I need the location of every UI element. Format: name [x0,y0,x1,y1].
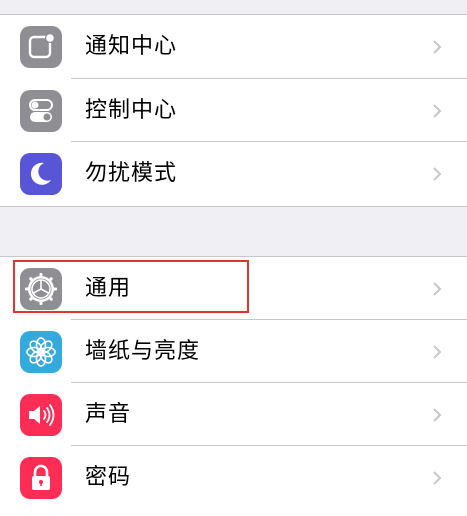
settings-row-passcode[interactable]: 密码 [0,445,467,509]
settings-row-label: 墙纸与亮度 [85,339,201,364]
settings-row-notification-center[interactable]: 通知中心 [0,15,467,79]
settings-row-label: 声音 [85,402,132,427]
settings-row-label: 密码 [85,465,132,490]
settings-row-label: 通用 [85,276,132,301]
moon-icon [20,153,62,195]
settings-row-label: 勿扰模式 [85,161,178,186]
settings-row-sounds[interactable]: 声音 [0,382,467,446]
notification-center-icon [20,26,62,68]
settings-row-general[interactable]: 通用 [0,257,467,320]
chevron-right-icon [433,408,442,422]
settings-row-label: 通知中心 [85,34,178,59]
speaker-icon [20,394,62,436]
gear-icon [20,268,62,310]
settings-row-do-not-disturb[interactable]: 勿扰模式 [0,141,467,206]
chevron-right-icon [433,282,442,296]
settings-row-wallpaper-brightness[interactable]: 墙纸与亮度 [0,319,467,383]
chevron-right-icon [433,103,442,118]
chevron-right-icon [433,167,442,181]
chevron-right-icon [433,471,442,485]
chevron-right-icon [433,40,442,54]
wallpaper-flower-icon [20,331,62,373]
chevron-right-icon [433,345,442,359]
settings-row-control-center[interactable]: 控制中心 [0,77,467,143]
control-center-icon [20,89,62,132]
settings-group-device: 通用 墙纸与亮度 声音 密码 [0,256,467,516]
settings-group-system: 通知中心 控制中心 勿扰模式 [0,14,467,207]
lock-icon [20,457,62,499]
settings-row-label: 控制中心 [85,97,178,123]
